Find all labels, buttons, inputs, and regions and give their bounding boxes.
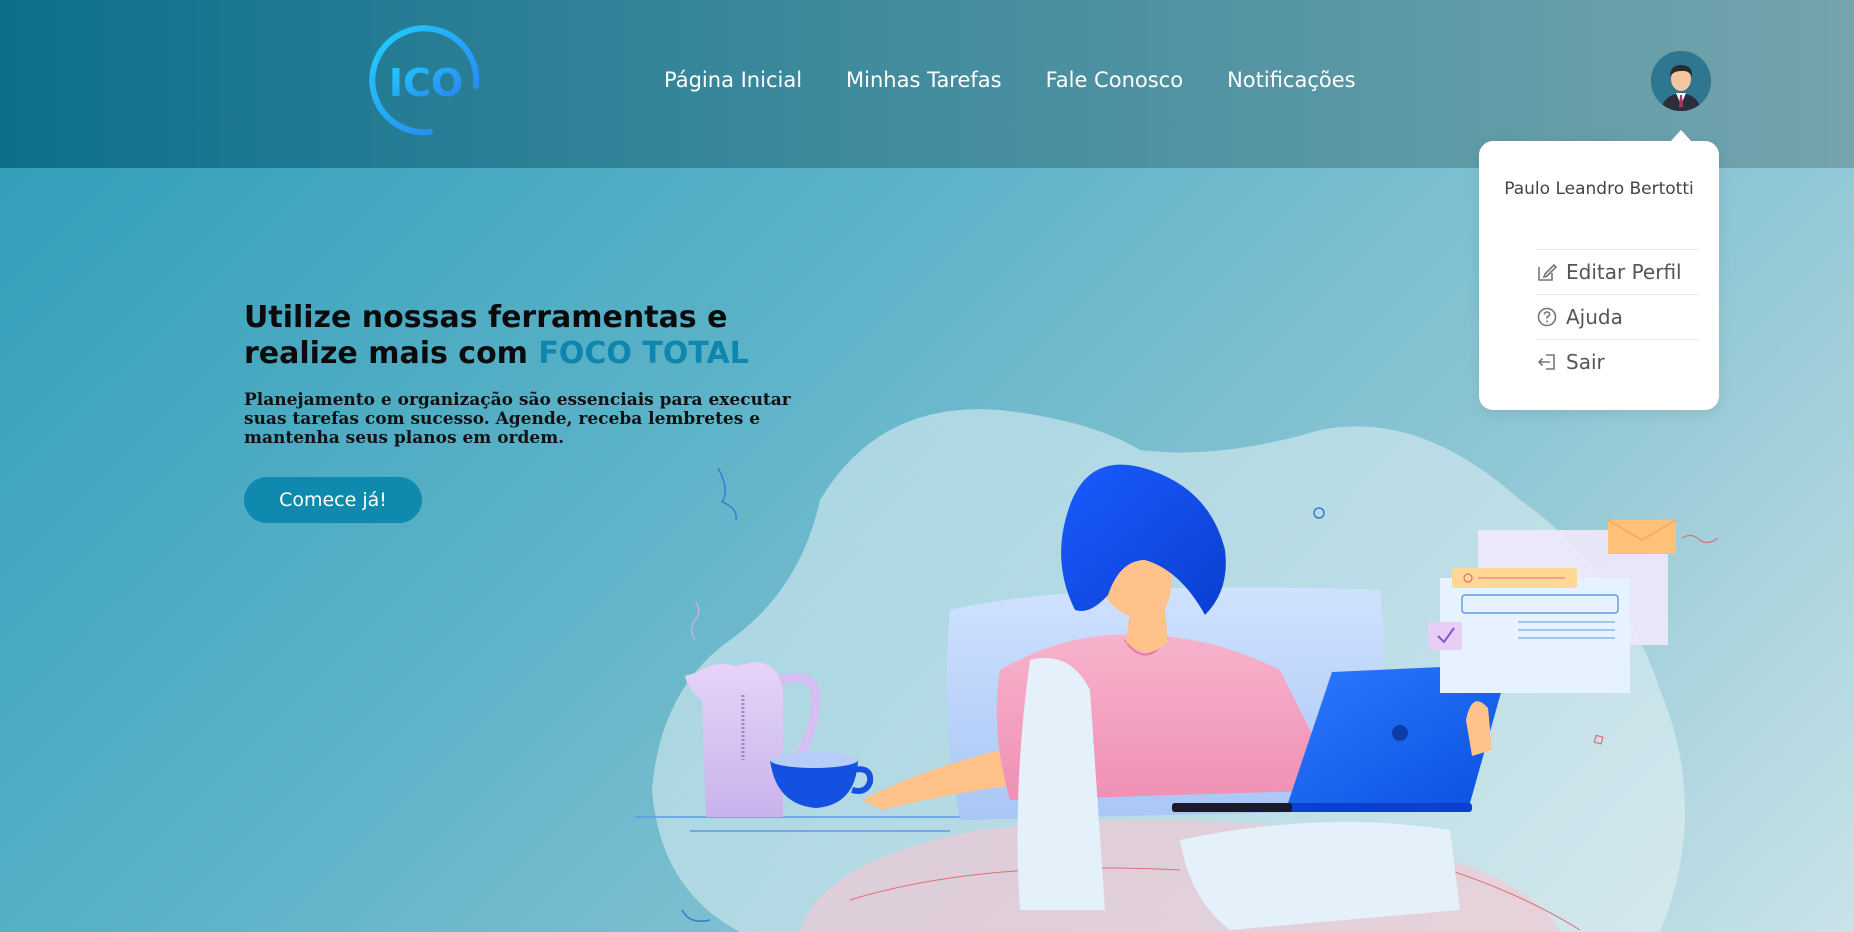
nav-notifications[interactable]: Notificações (1227, 68, 1356, 92)
menu-item-label: Ajuda (1566, 305, 1623, 329)
main-nav: Página Inicial Minhas Tarefas Fale Conos… (664, 68, 1356, 92)
logo-text: ICO (389, 61, 463, 105)
menu-item-logout[interactable]: Sair (1536, 339, 1698, 384)
hero-title-line2: realize mais com (244, 336, 539, 371)
user-avatar[interactable] (1651, 51, 1711, 111)
help-icon (1537, 307, 1557, 327)
hero-illustration (635, 409, 1719, 932)
edit-icon (1538, 263, 1558, 281)
menu-item-label: Sair (1566, 350, 1605, 374)
hero-title-accent: FOCO TOTAL (538, 336, 749, 371)
user-name: Paulo Leandro Bertotti (1504, 179, 1694, 199)
menu-item-label: Editar Perfil (1566, 260, 1682, 284)
nav-contact[interactable]: Fale Conosco (1046, 68, 1183, 92)
ico-logo[interactable]: ICO (368, 24, 484, 140)
logout-icon (1537, 354, 1555, 370)
hero-title-line1: Utilize nossas ferramentas e (244, 300, 728, 335)
user-dropdown-menu: Paulo Leandro Bertotti Editar Perfil Aju… (1479, 130, 1719, 410)
hero-title: Utilize nossas ferramentas e realize mai… (244, 300, 804, 372)
menu-item-edit-profile[interactable]: Editar Perfil (1536, 249, 1698, 294)
get-started-button[interactable]: Comece já! (244, 477, 422, 523)
menu-item-help[interactable]: Ajuda (1536, 294, 1698, 339)
nav-my-tasks[interactable]: Minhas Tarefas (846, 68, 1002, 92)
avatar-image (1651, 51, 1711, 111)
nav-home[interactable]: Página Inicial (664, 68, 802, 92)
user-menu-list: Editar Perfil Ajuda Sair (1536, 249, 1698, 384)
